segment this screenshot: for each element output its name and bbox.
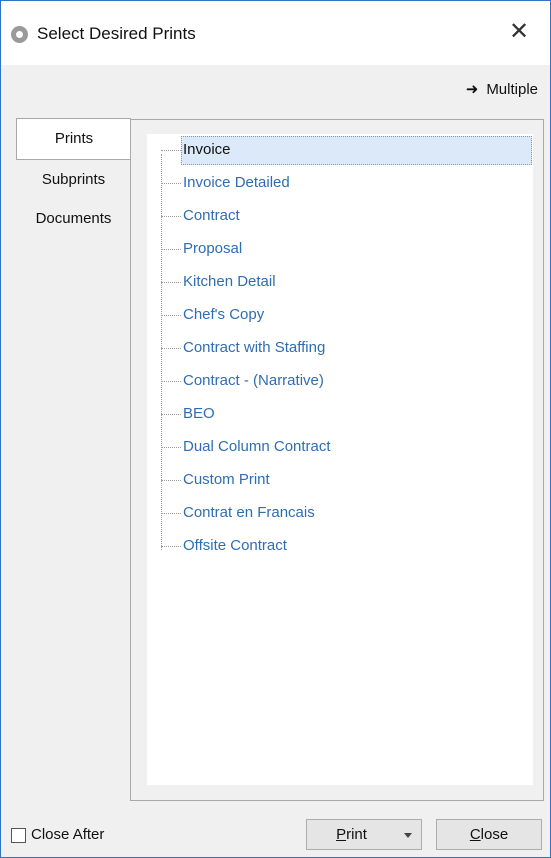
tab-prints[interactable]: Prints: [16, 118, 131, 160]
app-icon: [11, 26, 28, 43]
tree-item-label: Invoice Detailed: [183, 174, 290, 191]
tree-item[interactable]: Contrat en Francais: [147, 497, 533, 530]
print-label: rint: [346, 826, 367, 843]
multiple-link[interactable]: ➜ Multiple: [466, 80, 538, 98]
tree-item[interactable]: Chef's Copy: [147, 299, 533, 332]
tree-item-label: Contract: [183, 207, 240, 224]
tree-item[interactable]: Contract: [147, 200, 533, 233]
tree-item[interactable]: Contract - (Narrative): [147, 365, 533, 398]
close-button[interactable]: Close: [436, 819, 542, 850]
tree-item[interactable]: Dual Column Contract: [147, 431, 533, 464]
tree-item[interactable]: Contract with Staffing: [147, 332, 533, 365]
tab-documents[interactable]: Documents: [16, 199, 131, 238]
tree-item-label: Invoice: [183, 141, 231, 158]
print-dropdown-chevron-down-icon[interactable]: [396, 819, 422, 850]
tree-item[interactable]: Invoice Detailed: [147, 167, 533, 200]
selection-highlight: [181, 136, 532, 165]
tree-item-label: Chef's Copy: [183, 306, 265, 323]
window-title: Select Desired Prints: [37, 24, 196, 43]
prints-tree: Invoice Invoice Detailed Contract Propos…: [147, 134, 533, 785]
close-label: lose: [480, 826, 509, 843]
dialog-window: Select Desired Prints ✕ ➜ Multiple Prints…: [0, 0, 551, 858]
tree-item-label: Contrat en Francais: [183, 504, 315, 521]
close-icon[interactable]: ✕: [504, 17, 534, 47]
tree-item-label: BEO: [183, 405, 215, 422]
tab-strip: Prints Subprints Documents: [16, 118, 131, 238]
arrow-right-icon: ➜: [465, 81, 479, 98]
tab-subprints[interactable]: Subprints: [16, 160, 131, 199]
print-mnemonic: P: [336, 826, 347, 843]
close-after-checkbox[interactable]: [11, 828, 26, 843]
tree-item[interactable]: BEO: [147, 398, 533, 431]
close-after-label[interactable]: Close After: [31, 826, 104, 843]
prints-panel: Invoice Invoice Detailed Contract Propos…: [130, 119, 544, 801]
print-button[interactable]: Print: [306, 819, 397, 850]
close-mnemonic: C: [469, 826, 481, 843]
tree-item-label: Dual Column Contract: [183, 438, 331, 455]
tree-item[interactable]: Offsite Contract: [147, 530, 533, 563]
tree-item[interactable]: Invoice: [147, 134, 533, 167]
tree-item-label: Proposal: [183, 240, 243, 257]
tree-item[interactable]: Proposal: [147, 233, 533, 266]
tree-item-label: Kitchen Detail: [183, 273, 276, 290]
tree-item[interactable]: Kitchen Detail: [147, 266, 533, 299]
multiple-label: Multiple: [486, 81, 538, 98]
tree-item-label: Contract with Staffing: [183, 339, 326, 356]
tree-item-label: Custom Print: [183, 471, 270, 488]
tree-item[interactable]: Custom Print: [147, 464, 533, 497]
tree-item-label: Offsite Contract: [183, 537, 287, 554]
tree-item-label: Contract - (Narrative): [183, 372, 324, 389]
footer-bar: Close After Print Close: [1, 799, 550, 857]
title-bar: Select Desired Prints ✕: [1, 1, 550, 65]
